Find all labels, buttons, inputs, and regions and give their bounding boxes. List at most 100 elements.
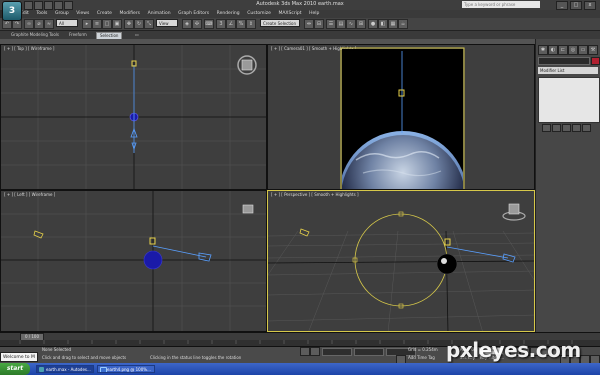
modifier-list-dropdown[interactable]: Modifier List <box>538 67 598 74</box>
watermark: pxleyes.com <box>446 338 581 362</box>
angle-snap-icon[interactable]: ∠ <box>226 19 236 29</box>
rendered-frame-icon[interactable]: ▦ <box>388 19 398 29</box>
layer-manager-icon[interactable]: ☰ <box>326 19 336 29</box>
viewport-left[interactable]: [ + ] [ Left ] [ Wireframe ] <box>0 190 267 332</box>
curve-editor-icon[interactable]: ∿ <box>346 19 356 29</box>
redo-icon[interactable] <box>64 1 73 10</box>
close-button[interactable]: x <box>584 1 596 10</box>
y-coordinate-field[interactable] <box>354 348 384 356</box>
viewport-top-scene <box>1 45 266 189</box>
unlink-icon[interactable]: ⌀ <box>34 19 44 29</box>
taskbar-item-photoshop-label: earth4.png @ 100%... <box>107 367 151 372</box>
help-search-input[interactable]: Type a keyword or phrase <box>462 1 540 8</box>
pin-stack-icon[interactable] <box>542 124 551 132</box>
ribbon-collapse-icon[interactable]: ▭ <box>132 32 142 38</box>
maxscript-listener[interactable]: Welcome to M <box>0 352 38 362</box>
viewport-camera[interactable]: [ + ] [ Camera01 ] [ Smooth + Highlights… <box>267 44 535 190</box>
make-unique-icon[interactable] <box>562 124 571 132</box>
save-file-icon[interactable] <box>44 1 53 10</box>
select-move-icon[interactable]: ✥ <box>124 19 134 29</box>
tab-freeform[interactable]: Freeform <box>66 32 90 38</box>
link-icon[interactable]: ∞ <box>24 19 34 29</box>
menu-animation[interactable]: Animation <box>148 10 171 18</box>
menu-views[interactable]: Views <box>76 10 89 18</box>
spinner-snap-icon[interactable]: ⇕ <box>246 19 256 29</box>
open-file-icon[interactable] <box>34 1 43 10</box>
percent-snap-icon[interactable]: % <box>236 19 246 29</box>
modify-tab-icon[interactable]: ◐ <box>548 45 558 55</box>
viewport-perspective[interactable]: [ + ] [ Perspective ] [ Smooth + Highlig… <box>267 190 535 332</box>
menu-help[interactable]: Help <box>309 10 319 18</box>
viewcube-icon[interactable] <box>237 55 257 75</box>
object-color-swatch[interactable] <box>591 57 600 65</box>
menu-rendering[interactable]: Rendering <box>217 10 240 18</box>
snaps-toggle-icon[interactable]: 3 <box>216 19 226 29</box>
window-title: Autodesk 3ds Max 2010 earth.max <box>256 1 344 7</box>
app-logo-button[interactable]: 3 <box>2 1 22 21</box>
configure-modifier-sets-icon[interactable] <box>582 124 591 132</box>
reference-coord-dropdown[interactable]: View <box>156 19 178 27</box>
selection-filter-dropdown[interactable]: All <box>56 19 78 27</box>
app-logo-glyph: 3 <box>8 6 16 16</box>
schematic-view-icon[interactable]: ⊞ <box>356 19 366 29</box>
selection-status: None Selected <box>42 347 72 352</box>
taskbar-item-3dsmax[interactable]: earth.max - Autodes... <box>36 365 94 373</box>
prompt-extra: Clicking in the status line toggles the … <box>150 355 242 360</box>
menu-customize[interactable]: Customize <box>247 10 271 18</box>
x-coordinate-field[interactable] <box>322 348 352 356</box>
menu-group[interactable]: Group <box>55 10 69 18</box>
viewport-perspective-scene <box>268 203 534 331</box>
viewport-camera-scene <box>340 47 465 189</box>
selection-lock-icon[interactable] <box>300 347 310 356</box>
start-button[interactable]: start <box>0 363 30 375</box>
menu-bar: Edit Tools Group Views Create Modifiers … <box>20 10 600 18</box>
motion-tab-icon[interactable]: ◎ <box>568 45 578 55</box>
viewport-left-scene <box>1 191 266 331</box>
utilities-tab-icon[interactable]: ⚒ <box>588 45 598 55</box>
menu-modifiers[interactable]: Modifiers <box>119 10 140 18</box>
show-end-result-icon[interactable] <box>552 124 561 132</box>
select-rotate-icon[interactable]: ↻ <box>134 19 144 29</box>
keyboard-shortcut-icon[interactable]: ⌨ <box>204 19 214 29</box>
display-tab-icon[interactable]: ▭ <box>578 45 588 55</box>
named-selection-dropdown[interactable]: Create Selection Set <box>260 19 300 34</box>
undo-icon[interactable] <box>54 1 63 10</box>
align-icon[interactable]: ⊟ <box>314 19 324 29</box>
menu-tools[interactable]: Tools <box>36 10 47 18</box>
menu-maxscript[interactable]: MAXScript <box>278 10 301 18</box>
taskbar-item-photoshop[interactable]: earth4.png @ 100%... <box>97 365 155 373</box>
menu-graph-editors[interactable]: Graph Editors <box>178 10 209 18</box>
select-by-name-icon[interactable]: ≡ <box>92 19 102 29</box>
menu-create[interactable]: Create <box>97 10 112 18</box>
remove-modifier-icon[interactable] <box>572 124 581 132</box>
render-production-icon[interactable]: ☕ <box>398 19 408 29</box>
add-time-tag-button[interactable]: Add Time Tag <box>408 355 435 361</box>
pivot-center-icon[interactable]: ◈ <box>182 19 192 29</box>
taskbar-item-3dsmax-label: earth.max - Autodes... <box>46 367 91 372</box>
photoshop-app-icon <box>100 367 107 372</box>
viewport-top[interactable]: [ + ] [ Top ] [ Wireframe ] <box>0 44 267 190</box>
new-file-icon[interactable] <box>24 1 33 10</box>
select-object-icon[interactable]: ▸ <box>82 19 92 29</box>
3dsmax-app-icon <box>39 367 44 372</box>
grid-spacing: Grid = 0.254m <box>408 347 438 352</box>
maximize-button[interactable]: □ <box>570 1 582 10</box>
window-crossing-icon[interactable]: ▣ <box>112 19 122 29</box>
absolute-mode-icon[interactable] <box>310 347 320 356</box>
viewcube-perspective-icon[interactable] <box>502 203 526 221</box>
object-name-field[interactable] <box>538 57 590 65</box>
render-setup-icon[interactable]: ◧ <box>378 19 388 29</box>
select-scale-icon[interactable]: ⤡ <box>144 19 154 29</box>
modifier-stack[interactable] <box>538 77 600 123</box>
create-tab-icon[interactable]: ✱ <box>538 45 548 55</box>
region-select-icon[interactable]: □ <box>102 19 112 29</box>
mirror-icon[interactable]: ⇹ <box>304 19 314 29</box>
material-editor-icon[interactable]: ● <box>368 19 378 29</box>
minimize-button[interactable]: _ <box>556 1 568 10</box>
bind-space-warp-icon[interactable]: ≈ <box>44 19 54 29</box>
graphite-toggle-icon[interactable]: ▤ <box>336 19 346 29</box>
tab-graphite-modeling-tools[interactable]: Graphite Modeling Tools <box>8 32 62 38</box>
select-manipulate-icon[interactable]: ✣ <box>192 19 202 29</box>
viewcube-left-icon[interactable] <box>242 204 254 214</box>
hierarchy-tab-icon[interactable]: ⊏ <box>558 45 568 55</box>
